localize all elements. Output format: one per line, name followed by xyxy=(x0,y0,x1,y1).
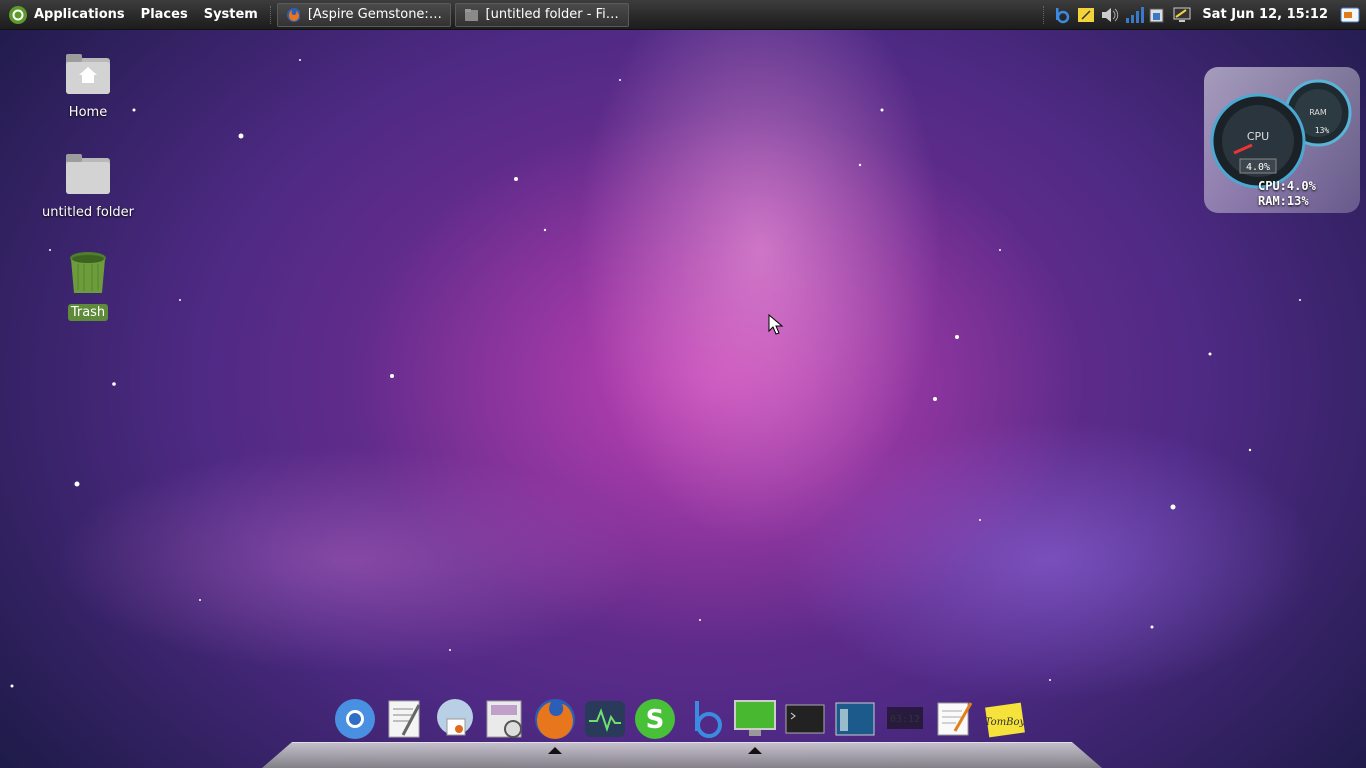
window-icon xyxy=(835,702,875,736)
chromium-icon xyxy=(335,699,375,739)
notification-icon[interactable] xyxy=(1340,5,1360,25)
applications-menu[interactable]: Applications xyxy=(0,0,133,29)
dock-item-terminal[interactable] xyxy=(782,696,828,742)
cpu-gauge-value: 4.0% xyxy=(1246,162,1270,173)
dock-item-firefox[interactable] xyxy=(532,696,578,754)
ram-gauge-value: 13% xyxy=(1315,126,1330,135)
dock-item-clock[interactable]: 03:12 xyxy=(882,696,928,742)
clock-icon: 03:12 xyxy=(887,707,923,729)
desktop-icon-home[interactable]: Home xyxy=(33,52,143,121)
dock-item-display[interactable] xyxy=(732,696,778,754)
cpu-gauge-label: CPU xyxy=(1247,130,1269,143)
dock-item-image-viewer[interactable] xyxy=(482,696,528,742)
system-tray: Sat Jun 12, 15:12 xyxy=(1039,0,1366,29)
folder-icon xyxy=(66,154,110,194)
system-monitor-widget[interactable]: RAM 13% CPU 4.0% CPU:4.0% RAM:13% xyxy=(1204,67,1360,213)
taskbar-item-firefox[interactable]: [Aspire Gemstone: Ac... xyxy=(276,2,451,27)
svg-text:S: S xyxy=(646,705,665,735)
dock-item-chromium[interactable] xyxy=(332,696,378,742)
wallpaper-stars xyxy=(10,59,1301,688)
beatbox-icon xyxy=(695,701,722,738)
mail-icon xyxy=(437,699,473,736)
taskbar-item-file-browser[interactable]: [untitled folder - File B... xyxy=(454,2,629,27)
dock-item-window[interactable] xyxy=(832,696,878,742)
image-viewer-icon xyxy=(486,700,522,738)
dock-item-mail[interactable] xyxy=(432,696,478,742)
system-monitor-icon xyxy=(585,701,625,737)
dock-item-text-editor[interactable] xyxy=(382,696,428,742)
cpu-usage-text: CPU:4.0% xyxy=(1258,179,1316,193)
terminal-icon xyxy=(785,704,825,734)
notes-tray-icon[interactable] xyxy=(1076,5,1096,25)
distro-logo-icon xyxy=(9,5,27,24)
dock-item-notes[interactable] xyxy=(932,696,978,742)
tomboy-label: TomBoy xyxy=(985,717,1026,728)
desktop-icon-untitled-folder[interactable]: untitled folder xyxy=(33,152,143,221)
tomboy-icon: TomBoy xyxy=(985,702,1026,738)
panel-separator xyxy=(1043,5,1046,24)
running-indicator xyxy=(748,747,762,754)
folder-icon xyxy=(464,8,478,21)
dock: S 03:12 TomBoy xyxy=(330,696,1030,754)
applications-label: Applications xyxy=(34,7,125,22)
beatbox-tray-icon[interactable] xyxy=(1052,5,1072,25)
ram-usage-text: RAM:13% xyxy=(1258,194,1309,208)
battery-icon[interactable] xyxy=(1148,5,1168,25)
taskbar-item-label: [Aspire Gemstone: Ac... xyxy=(307,7,442,22)
running-indicator xyxy=(548,747,562,754)
display-icon xyxy=(734,700,776,736)
desktop-icon-label: Trash xyxy=(67,304,109,321)
dock-item-tomboy[interactable]: TomBoy xyxy=(982,696,1028,742)
places-label: Places xyxy=(140,7,188,22)
text-editor-icon xyxy=(388,700,421,738)
system-menu[interactable]: System xyxy=(196,0,266,29)
network-signal-icon[interactable] xyxy=(1124,5,1145,25)
trash-icon xyxy=(70,252,106,293)
dock-item-beatbox[interactable] xyxy=(682,696,728,742)
skype-icon: S xyxy=(635,699,675,739)
top-panel: Applications Places System [Aspire Gemst… xyxy=(0,0,1366,30)
home-folder-icon xyxy=(66,54,110,94)
svg-text:03:12: 03:12 xyxy=(890,714,920,725)
taskbar-item-label: [untitled folder - File B... xyxy=(485,7,620,22)
desktop-icon-trash[interactable]: Trash xyxy=(33,250,143,321)
dock-shelf xyxy=(262,742,1102,768)
display-settings-icon[interactable] xyxy=(1172,5,1192,25)
desktop-icon-label: untitled folder xyxy=(41,205,134,220)
firefox-icon xyxy=(286,7,300,22)
mouse-cursor-icon xyxy=(768,314,784,335)
notes-icon xyxy=(937,702,973,736)
places-menu[interactable]: Places xyxy=(133,0,196,29)
ram-gauge-label: RAM xyxy=(1309,108,1327,117)
volume-icon[interactable] xyxy=(1100,5,1120,25)
clock[interactable]: Sat Jun 12, 15:12 xyxy=(1202,7,1328,22)
panel-separator xyxy=(269,5,273,24)
dock-item-skype[interactable]: S xyxy=(632,696,678,742)
system-label: System xyxy=(203,7,258,22)
dock-item-system-monitor[interactable] xyxy=(582,696,628,742)
firefox-icon xyxy=(535,699,575,739)
desktop-icon-label: Home xyxy=(68,105,108,120)
